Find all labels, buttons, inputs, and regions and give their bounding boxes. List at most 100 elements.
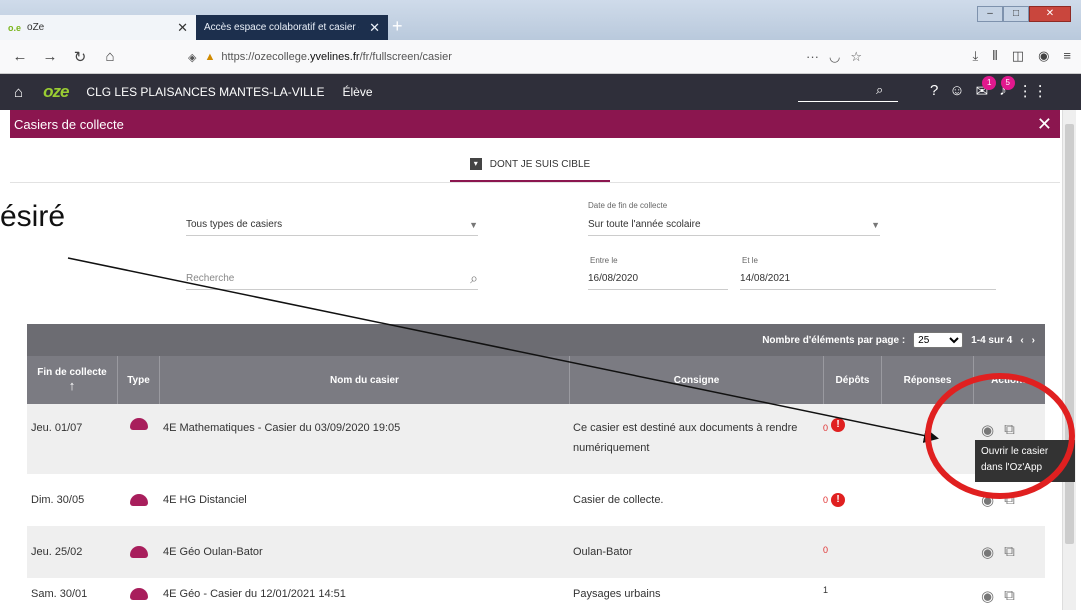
chevron-right-icon[interactable]: ›	[1032, 335, 1035, 346]
casier-type-icon	[127, 526, 151, 578]
open-external-icon[interactable]: ⧉	[1004, 491, 1015, 509]
row-nom: 4E Mathematiques - Casier du 03/09/2020 …	[163, 422, 401, 434]
shield-icon: ◈	[188, 51, 197, 64]
open-casier-tooltip: Ouvrir le casier dans l'Oz'App	[975, 440, 1075, 482]
table-row[interactable]: Jeu. 25/02 4E Géo Oulan-Bator Oulan-Bato…	[27, 526, 1045, 578]
library-icon[interactable]: ⫴	[992, 48, 997, 64]
row-depots: 0!	[823, 404, 846, 456]
close-tab-icon[interactable]: ✕	[369, 20, 380, 36]
from-date-value: 16/08/2020	[588, 273, 639, 284]
tooltip-line2: dans l'Oz'App	[981, 462, 1043, 473]
app-header: ⌂ oze CLG LES PLAISANCES MANTES-LA-VILLE…	[0, 74, 1081, 110]
search-icon[interactable]: ⌕	[876, 82, 883, 98]
casier-type-icon	[127, 404, 151, 456]
page-title: Casiers de collecte	[14, 116, 124, 132]
lock-icon: ▲	[204, 51, 216, 63]
download-icon[interactable]: ⤓	[973, 48, 979, 64]
page-actions-icon[interactable]: ···	[806, 49, 819, 65]
row-actions: ◉ ⧉	[981, 526, 1015, 578]
table-row[interactable]: Jeu. 01/07 4E Mathematiques - Casier du …	[27, 404, 1045, 474]
row-depots: 0	[823, 526, 828, 578]
sort-arrow-up-icon[interactable]: ↑	[69, 378, 76, 393]
type-select-value: Tous types de casiers	[186, 219, 283, 230]
search-icon[interactable]: ⌕	[470, 270, 478, 287]
reload-icon[interactable]: ↻	[70, 48, 90, 66]
search-input[interactable]: Recherche ⌕	[186, 268, 478, 290]
view-eye-icon[interactable]: ◉	[981, 421, 994, 439]
menu-icon[interactable]: ≡	[1063, 48, 1071, 64]
per-page-select[interactable]: 25	[913, 332, 964, 348]
row-fin: Sam. 30/01	[31, 588, 88, 600]
date-select-value: Sur toute l'année scolaire	[588, 219, 701, 230]
window-controls: – □ ✕	[977, 6, 1071, 22]
row-nom: 4E Géo Oulan-Bator	[163, 546, 263, 558]
annotation-text: ésiré	[0, 200, 66, 233]
col-fin-collecte[interactable]: Fin de collecte ↑	[27, 356, 117, 404]
col-consigne: Consigne	[569, 356, 823, 404]
page-title-bar: Casiers de collecte ✕	[10, 110, 1060, 138]
from-date-field[interactable]: 16/08/2020	[588, 268, 728, 290]
row-fin: Jeu. 25/02	[31, 546, 83, 558]
casier-type-icon	[127, 474, 151, 526]
depots-count: 1	[823, 585, 829, 595]
tab-label: DONT JE SUIS CIBLE	[489, 158, 591, 170]
pocket-icon[interactable]: ◡	[829, 49, 840, 65]
row-nom: 4E Géo - Casier du 12/01/2021 14:51	[163, 588, 346, 600]
sidebar-icon[interactable]: ◫	[1012, 48, 1024, 64]
alert-icon: !	[831, 493, 846, 507]
forward-icon[interactable]: →	[40, 48, 60, 65]
user-icon[interactable]: ☺	[949, 82, 964, 100]
view-eye-icon[interactable]: ◉	[981, 587, 994, 605]
divider	[10, 182, 1060, 183]
scrollbar[interactable]	[1062, 110, 1076, 610]
open-external-icon[interactable]: ⧉	[1004, 587, 1015, 605]
row-fin: Dim. 30/05	[31, 494, 85, 506]
type-select[interactable]: Tous types de casiers ▼	[186, 214, 478, 236]
mail-count-badge: 1	[982, 76, 997, 90]
alert-icon: !	[831, 418, 846, 432]
col-fin-label: Fin de collecte	[37, 367, 107, 378]
to-date-field[interactable]: 14/08/2021	[740, 268, 996, 290]
close-window-icon[interactable]: ✕	[1029, 6, 1071, 22]
open-external-icon[interactable]: ⧉	[1004, 421, 1015, 439]
browser-tab-bar: o.e oZe ✕ Accès espace colaboratif et ca…	[0, 0, 1081, 40]
oze-logo[interactable]: oze	[43, 82, 69, 102]
tab-dont-je-suis-cible[interactable]: ▾ DONT JE SUIS CIBLE	[450, 148, 610, 182]
account-icon[interactable]: ◉	[1038, 48, 1049, 64]
address-bar[interactable]: ◈ ▲ https://ozecollege. yvelines.fr /fr/…	[188, 45, 862, 69]
school-name: CLG LES PLAISANCES MANTES-LA-VILLE	[86, 85, 325, 99]
mail-icon[interactable]: ✉ 1	[976, 76, 997, 100]
chevron-down-icon: ▼	[871, 219, 880, 230]
table-row[interactable]: Dim. 30/05 4E HG Distanciel Casier de co…	[27, 474, 1045, 526]
maximize-icon[interactable]: □	[1003, 6, 1029, 22]
col-depots: Dépôts	[823, 356, 881, 404]
row-consigne: Casier de collecte.	[573, 494, 664, 506]
date-filter-label: Date de fin de collecte	[588, 201, 668, 210]
close-tab-icon[interactable]: ✕	[177, 20, 188, 36]
table-toolbar: Nombre d'éléments par page : 25 1-4 sur …	[27, 324, 1045, 356]
back-icon[interactable]: ←	[10, 48, 30, 65]
home-icon[interactable]: ⌂	[14, 84, 23, 101]
url-prefix: https://ozecollege.	[221, 51, 311, 63]
notif-count-badge: 5	[1000, 76, 1015, 90]
help-icon[interactable]: ?	[930, 82, 938, 100]
open-external-icon[interactable]: ⧉	[1004, 543, 1015, 561]
casier-type-icon	[127, 576, 151, 610]
row-depots: 0!	[823, 474, 846, 526]
minimize-icon[interactable]: –	[977, 6, 1003, 22]
close-icon[interactable]: ✕	[1037, 114, 1052, 135]
home-icon[interactable]: ⌂	[100, 48, 120, 65]
browser-tab-oze[interactable]: o.e oZe ✕	[0, 15, 196, 40]
chevron-left-icon[interactable]: ‹	[1020, 335, 1023, 346]
bookmark-star-icon[interactable]: ☆	[850, 49, 862, 65]
apps-grid-icon[interactable]: ⋮⋮	[1018, 82, 1048, 100]
view-eye-icon[interactable]: ◉	[981, 491, 994, 509]
depots-count: 0	[823, 545, 829, 555]
bell-icon[interactable]: ♪ 5	[999, 76, 1015, 100]
table-row[interactable]: Sam. 30/01 4E Géo - Casier du 12/01/2021…	[27, 576, 1045, 610]
view-eye-icon[interactable]: ◉	[981, 543, 994, 561]
date-range-select[interactable]: Sur toute l'année scolaire ▼	[588, 214, 880, 236]
new-tab-icon[interactable]: +	[392, 16, 403, 37]
browser-tab-casier[interactable]: Accès espace colaboratif et casier d ✕	[196, 15, 388, 40]
row-depots: 1	[823, 576, 828, 610]
